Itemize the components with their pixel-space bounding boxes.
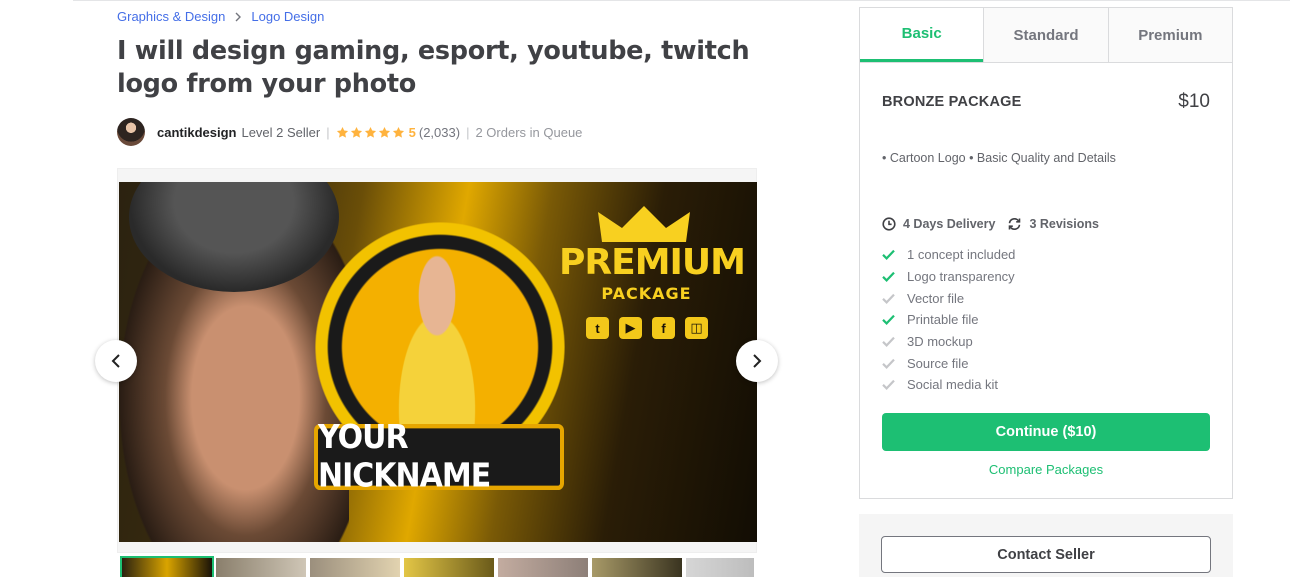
feature-item: Source file bbox=[882, 352, 1015, 374]
package-meta: 4 Days Delivery 3 Revisions bbox=[882, 217, 1111, 231]
seller-level: Level 2 Seller bbox=[241, 124, 321, 140]
check-icon bbox=[882, 271, 895, 283]
gallery-prev-button[interactable] bbox=[95, 340, 137, 382]
breadcrumb-graphics-design[interactable]: Graphics & Design bbox=[117, 9, 225, 24]
delivery-time: 4 Days Delivery bbox=[903, 217, 996, 231]
contact-section: Contact Seller bbox=[859, 514, 1233, 577]
gallery-thumbnail[interactable] bbox=[120, 556, 214, 577]
gallery-thumbnail[interactable] bbox=[216, 558, 306, 577]
star-icon bbox=[378, 126, 390, 138]
hero-nickname: YOUR NICKNAME bbox=[314, 419, 564, 496]
star-icon bbox=[364, 126, 376, 138]
chevron-right-icon bbox=[234, 12, 242, 22]
orders-in-queue: 2 Orders in Queue bbox=[475, 124, 583, 140]
chevron-right-icon bbox=[753, 354, 762, 368]
tab-basic[interactable]: Basic bbox=[860, 8, 984, 62]
gig-title: I will design gaming, esport, youtube, t… bbox=[117, 36, 750, 99]
refresh-icon bbox=[1009, 218, 1021, 230]
compare-packages-link: Compare Packages bbox=[860, 462, 1232, 477]
gallery-next-button[interactable] bbox=[736, 340, 778, 382]
check-icon bbox=[882, 380, 895, 391]
seller-name[interactable]: cantikdesign bbox=[157, 125, 236, 140]
clock-icon bbox=[882, 217, 896, 231]
feature-item: Logo transparency bbox=[882, 266, 1015, 288]
check-icon bbox=[882, 250, 895, 261]
package-header: BRONZE PACKAGE $10 bbox=[882, 91, 1210, 113]
gig-gallery: YOUR NICKNAME PREMIUM PACKAGE t ▶ f ◫ bbox=[117, 168, 757, 553]
gallery-thumbnails bbox=[120, 556, 754, 577]
check-icon bbox=[882, 336, 895, 348]
twitter-icon: t bbox=[586, 317, 609, 339]
delivery-info: 4 Days Delivery bbox=[882, 217, 995, 231]
gallery-main-image[interactable]: YOUR NICKNAME PREMIUM PACKAGE t ▶ f ◫ bbox=[119, 182, 757, 542]
crown-icon bbox=[598, 206, 690, 242]
seller-overview: cantikdesign Level 2 Seller | 5 (2,033) … bbox=[117, 118, 582, 146]
feature-item: Social media kit bbox=[882, 374, 1015, 396]
continue-button[interactable]: Continue ($10) bbox=[882, 413, 1210, 451]
top-divider bbox=[73, 0, 1290, 1]
social-icons: t ▶ f ◫ bbox=[586, 317, 708, 339]
breadcrumb-logo-design[interactable]: Logo Design bbox=[251, 9, 324, 24]
facebook-icon: f bbox=[652, 317, 675, 339]
package-description: • Cartoon Logo • Basic Quality and Detai… bbox=[882, 151, 1116, 165]
revisions-count: 3 Revisions bbox=[1029, 217, 1099, 231]
hero-premium-text: PREMIUM bbox=[559, 242, 746, 283]
rating-score: 5 bbox=[408, 124, 416, 140]
star-icon bbox=[392, 126, 404, 138]
contact-seller-button[interactable]: Contact Seller bbox=[881, 536, 1211, 573]
feature-label: Social media kit bbox=[907, 377, 999, 393]
feature-label: Printable file bbox=[907, 312, 979, 328]
youtube-icon: ▶ bbox=[619, 317, 642, 339]
star-icon bbox=[336, 126, 348, 138]
feature-label: 3D mockup bbox=[907, 334, 973, 350]
divider: | bbox=[466, 124, 470, 140]
feature-list: 1 concept included Logo transparency Vecto… bbox=[882, 244, 1015, 396]
feature-label: 1 concept included bbox=[907, 247, 1016, 263]
avatar[interactable] bbox=[117, 118, 145, 146]
gallery-thumbnail[interactable] bbox=[498, 558, 588, 577]
gallery-thumbnail[interactable] bbox=[592, 558, 682, 577]
reviews-count[interactable]: (2,033) bbox=[419, 125, 460, 140]
breadcrumb: Graphics & Design Logo Design bbox=[117, 9, 324, 24]
tab-standard[interactable]: Standard bbox=[983, 8, 1108, 62]
package-price: $10 bbox=[1178, 91, 1210, 112]
rating-stars bbox=[336, 126, 405, 139]
feature-item: Printable file bbox=[882, 309, 1015, 331]
check-icon bbox=[882, 293, 895, 304]
check-icon bbox=[882, 358, 895, 369]
tab-premium[interactable]: Premium bbox=[1107, 8, 1232, 62]
revisions-info: 3 Revisions bbox=[1007, 217, 1099, 231]
package-name: BRONZE PACKAGE bbox=[882, 94, 1022, 110]
package-panel: Basic Standard Premium BRONZE PACKAGE $1… bbox=[859, 7, 1233, 499]
gallery-thumbnail[interactable] bbox=[686, 558, 754, 577]
star-icon bbox=[350, 126, 362, 138]
feature-label: Logo transparency bbox=[907, 269, 1015, 285]
chevron-left-icon bbox=[111, 354, 120, 368]
twitch-icon: ◫ bbox=[685, 317, 708, 339]
package-tabs: Basic Standard Premium bbox=[860, 8, 1232, 63]
feature-label: Vector file bbox=[907, 290, 965, 306]
divider: | bbox=[326, 124, 330, 140]
feature-item: 3D mockup bbox=[882, 331, 1015, 353]
gallery-thumbnail[interactable] bbox=[404, 558, 494, 577]
hero-package-text: PACKAGE bbox=[601, 284, 692, 303]
mascot-figure bbox=[367, 237, 507, 447]
feature-item: 1 concept included bbox=[882, 244, 1015, 266]
feature-label: Source file bbox=[907, 355, 969, 371]
check-icon bbox=[882, 315, 895, 326]
gallery-thumbnail[interactable] bbox=[310, 558, 400, 577]
feature-item: Vector file bbox=[882, 287, 1015, 309]
compare-packages-label[interactable]: Compare Packages bbox=[989, 462, 1103, 477]
